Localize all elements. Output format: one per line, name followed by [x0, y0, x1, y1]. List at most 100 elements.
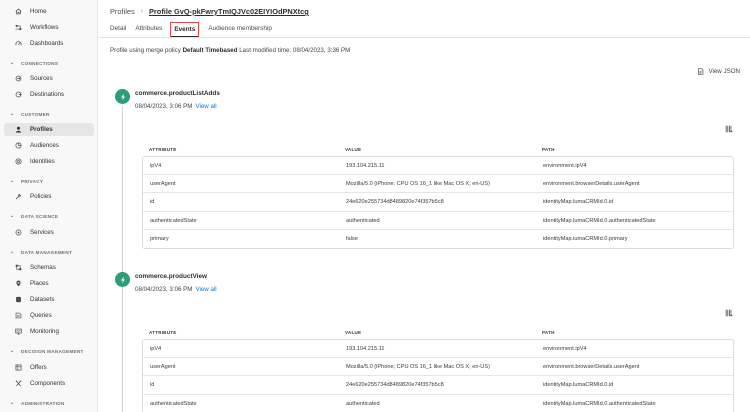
- tab-bar: Detail Attributes Events Audience member…: [110, 22, 281, 37]
- attribute-cell: userAgent: [150, 181, 176, 188]
- tab-attributes[interactable]: Attributes: [135, 22, 162, 37]
- nav-label: Destinations: [30, 91, 65, 98]
- table-row: authenticatedState authenticated identityM…: [143, 395, 733, 412]
- workflow-icon: [13, 24, 24, 31]
- column-header-path[interactable]: PATH: [542, 330, 555, 335]
- nav-label: Home: [30, 8, 47, 15]
- table-body: ipV4 193.104.215.11 environment.ipV4 userA…: [142, 339, 734, 412]
- monitoring-icon: [13, 328, 24, 335]
- nav-item-sources[interactable]: Sources: [4, 72, 94, 85]
- nav-item-services[interactable]: Services: [4, 226, 94, 239]
- view-all-link[interactable]: View all: [195, 103, 216, 110]
- nav-item-workflows[interactable]: Workflows: [4, 21, 94, 34]
- table-row: userAgent Mozilla/5.0 (iPhone; CPU OS 16_…: [143, 358, 733, 377]
- value-cell: 24e620e255734d8489820e74f357b5c8: [346, 382, 444, 389]
- nav-item-components[interactable]: Components: [4, 377, 94, 390]
- value-cell: 193.104.215.11: [346, 163, 385, 169]
- event-attributes-table: ATTRIBUTE VALUE PATH ipV4 193.104.215.11 e…: [142, 144, 734, 249]
- table-header: ATTRIBUTE VALUE PATH: [142, 144, 734, 156]
- nav-item-places[interactable]: Places: [4, 277, 94, 290]
- table-row: userAgent Mozilla/5.0 (iPhone; CPU OS 16_…: [143, 175, 733, 194]
- event-name: commerce.productView: [135, 273, 207, 280]
- table-header: ATTRIBUTE VALUE PATH: [142, 327, 734, 339]
- nav-label: Services: [30, 229, 54, 236]
- nav-item-destinations[interactable]: Destinations: [4, 88, 94, 101]
- chevron-down-icon: ⌄: [10, 111, 15, 117]
- path-cell: identityMap.lumaCRMId.0.primary: [543, 235, 628, 242]
- nav-label: Sources: [30, 75, 53, 82]
- nav-item-profiles[interactable]: Profiles: [4, 123, 94, 136]
- value-cell: Mozilla/5.0 (iPhone; CPU OS 16_1 like Ma…: [346, 181, 490, 188]
- column-header-value[interactable]: VALUE: [345, 147, 361, 152]
- path-cell: environment.browserDetails.userAgent: [543, 364, 640, 371]
- view-json-button[interactable]: View JSON: [697, 68, 740, 75]
- nav-item-schemas[interactable]: Schemas: [4, 261, 94, 274]
- attribute-cell: ipV4: [150, 346, 162, 352]
- column-header-attribute[interactable]: ATTRIBUTE: [149, 147, 177, 152]
- queries-icon: [13, 312, 24, 319]
- timeline-line: [122, 106, 123, 412]
- nav-label: Places: [30, 280, 49, 287]
- path-cell: environment.ipV4: [543, 346, 587, 352]
- nav-item-policies[interactable]: Policies: [4, 190, 94, 203]
- merge-policy-info: Profile using merge policy Default Timeb…: [110, 47, 351, 54]
- chevron-down-icon: ⌄: [10, 60, 15, 66]
- nav-label: Dashboards: [30, 40, 64, 47]
- section-customer[interactable]: ⌄ CUSTOMER: [10, 111, 50, 117]
- chevron-down-icon: ⌄: [10, 213, 15, 219]
- nav-label: Schemas: [30, 264, 56, 271]
- section-administration[interactable]: ⌄ ADMINISTRATION: [10, 400, 65, 406]
- nav-label: Policies: [30, 193, 52, 200]
- chevron-right-icon: ›: [140, 8, 143, 15]
- tab-detail[interactable]: Detail: [110, 22, 126, 37]
- section-data-management[interactable]: ⌄ DATA MANAGEMENT: [10, 249, 72, 255]
- column-header-value[interactable]: VALUE: [345, 330, 361, 335]
- section-privacy[interactable]: ⌄ PRIVACY: [10, 178, 43, 184]
- schemas-icon: [13, 264, 24, 271]
- attribute-cell: id: [150, 199, 155, 206]
- event-name: commerce.productListAdds: [135, 90, 220, 97]
- section-data-science[interactable]: ⌄ DATA SCIENCE: [10, 213, 58, 219]
- attribute-cell: authenticatedState: [150, 217, 197, 224]
- value-cell: authenticated: [346, 217, 380, 224]
- nav-item-datasets[interactable]: Datasets: [4, 293, 94, 306]
- tab-audience-membership[interactable]: Audience membership: [208, 22, 272, 37]
- nav-item-offers[interactable]: Offers: [4, 361, 94, 374]
- places-icon: [13, 280, 24, 287]
- column-header-path[interactable]: PATH: [542, 147, 555, 152]
- value-cell: 193.104.215.11: [346, 346, 385, 352]
- path-cell: environment.browserDetails.userAgent: [543, 181, 640, 188]
- policies-icon: [13, 193, 24, 200]
- profile-icon: [13, 126, 24, 133]
- nav-item-home[interactable]: Home: [4, 5, 94, 18]
- attribute-cell: ipV4: [150, 163, 162, 169]
- nav-item-queries[interactable]: Queries: [4, 309, 94, 322]
- view-all-link[interactable]: View all: [195, 286, 216, 293]
- column-settings-icon[interactable]: [725, 125, 733, 133]
- table-row: id 24e620e255734d8489820e74f357b5c8 identi…: [143, 376, 733, 395]
- section-connections[interactable]: ⌄ CONNECTIONS: [10, 60, 58, 66]
- table-body: ipV4 193.104.215.11 environment.ipV4 userA…: [142, 156, 734, 249]
- path-cell: environment.ipV4: [543, 163, 587, 169]
- nav-item-audiences[interactable]: Audiences: [4, 139, 94, 152]
- document-icon: [698, 68, 704, 75]
- path-cell: identityMap.lumaCRMId.0.authenticatedSta…: [543, 400, 656, 407]
- nav-label: Identities: [30, 158, 55, 165]
- column-header-attribute[interactable]: ATTRIBUTE: [149, 330, 177, 335]
- tab-events[interactable]: Events: [170, 22, 200, 37]
- breadcrumb-profiles-link[interactable]: Profiles: [110, 7, 135, 16]
- chevron-down-icon: ⌄: [10, 400, 15, 406]
- offers-icon: [13, 364, 24, 371]
- nav-item-identities[interactable]: Identities: [4, 155, 94, 168]
- page-title: Profile GvQ-pkFwryTmIQJVc02EIYIOdPNXtcg: [149, 7, 309, 16]
- identities-icon: [13, 158, 24, 165]
- nav-item-dashboards[interactable]: Dashboards: [4, 37, 94, 50]
- section-decision-management[interactable]: ⌄ DECISION MANAGEMENT: [10, 348, 84, 354]
- event-timestamp: 08/04/2023, 3:06 PM View all: [135, 286, 217, 293]
- column-settings-icon[interactable]: [725, 309, 733, 317]
- breadcrumb: Profiles › Profile GvQ-pkFwryTmIQJVc02EI…: [110, 7, 309, 16]
- table-row: ipV4 193.104.215.11 environment.ipV4: [143, 157, 733, 176]
- nav-label: Components: [30, 380, 66, 387]
- nav-item-monitoring[interactable]: Monitoring: [4, 325, 94, 338]
- merge-policy-name: Default Timebased: [182, 47, 238, 54]
